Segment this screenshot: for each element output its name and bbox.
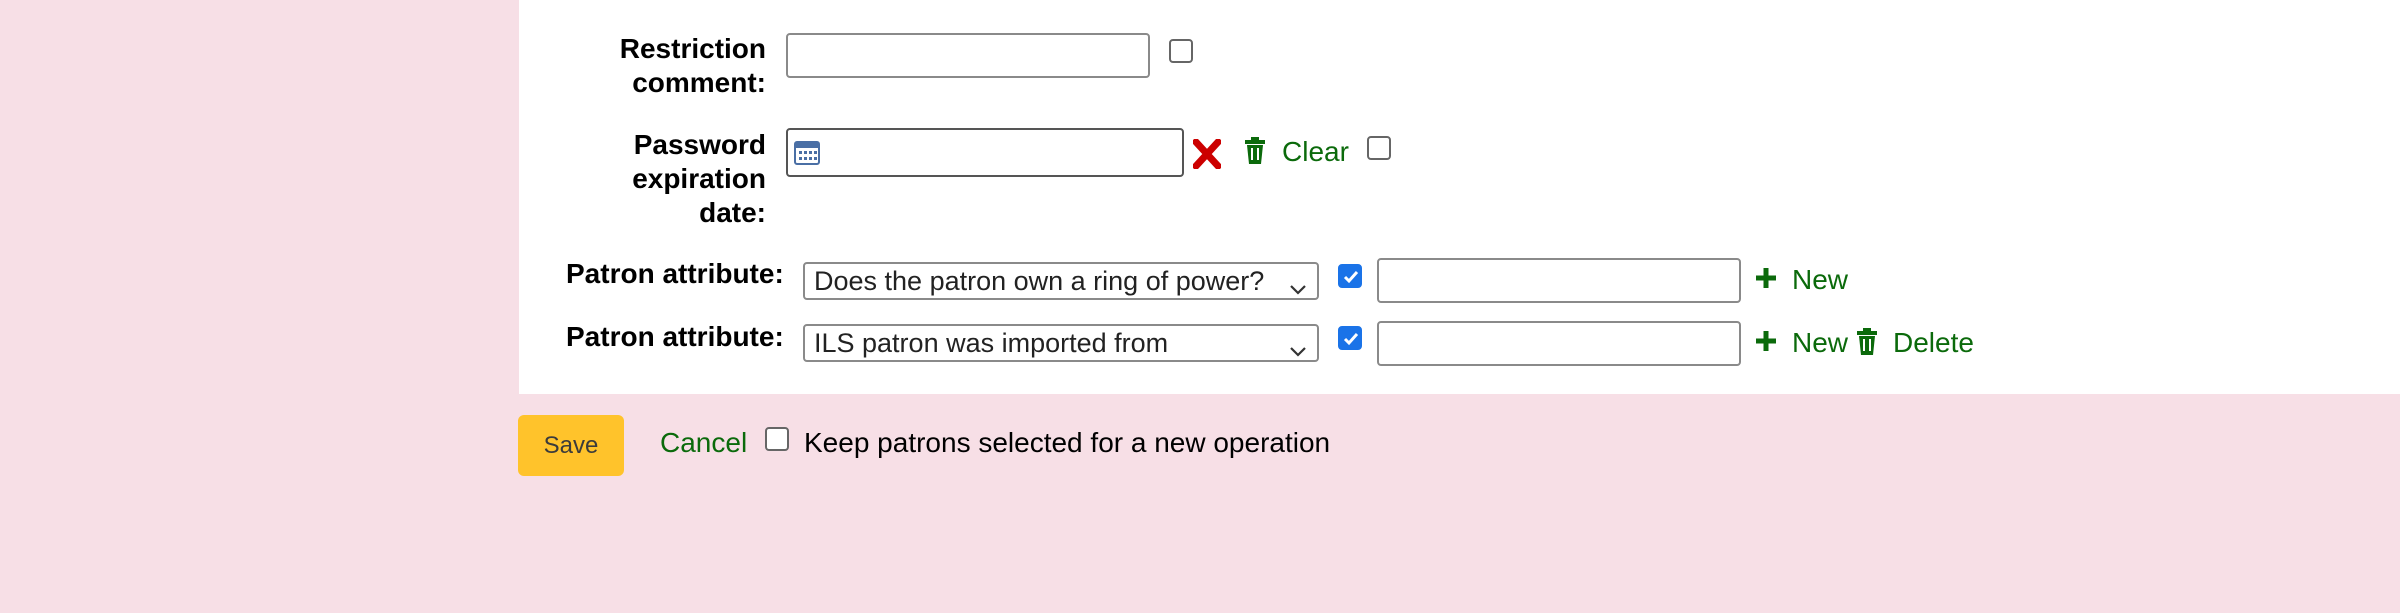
patron-attribute-label: Patron attribute: bbox=[566, 321, 784, 352]
save-button[interactable]: Save bbox=[518, 415, 624, 476]
password-expiration-label: Password expiration date: bbox=[560, 128, 766, 230]
x-icon[interactable] bbox=[1192, 138, 1222, 174]
restriction-comment-label-line2: comment: bbox=[632, 67, 766, 98]
restriction-comment-checkbox[interactable] bbox=[1169, 39, 1193, 63]
patron-attribute-checkbox[interactable] bbox=[1338, 326, 1362, 350]
patron-attribute-selected-value: ILS patron was imported from bbox=[814, 328, 1169, 358]
patron-attribute-value-input[interactable] bbox=[1377, 258, 1741, 303]
keep-patrons-checkbox[interactable] bbox=[765, 427, 789, 451]
clear-link[interactable]: Clear bbox=[1282, 135, 1349, 169]
chevron-down-icon bbox=[1289, 334, 1307, 360]
restriction-comment-input[interactable] bbox=[786, 33, 1150, 78]
plus-icon[interactable] bbox=[1754, 329, 1778, 358]
patron-attribute-selected-value: Does the patron own a ring of power? bbox=[814, 266, 1265, 296]
calendar-icon[interactable] bbox=[794, 139, 820, 170]
delete-attribute-link[interactable]: Delete bbox=[1893, 326, 1974, 360]
patron-attribute-select[interactable]: Does the patron own a ring of power? bbox=[803, 262, 1319, 300]
cancel-link[interactable]: Cancel bbox=[660, 426, 747, 460]
plus-icon[interactable] bbox=[1754, 266, 1778, 295]
restriction-comment-label-line1: Restriction bbox=[619, 33, 766, 64]
new-attribute-link[interactable]: New bbox=[1792, 263, 1848, 297]
password-expiration-label-line1: Password bbox=[633, 129, 766, 160]
password-expiration-checkbox[interactable] bbox=[1367, 136, 1391, 160]
password-expiration-input[interactable] bbox=[786, 128, 1184, 177]
chevron-down-icon bbox=[1289, 272, 1307, 298]
patron-attribute-select[interactable]: ILS patron was imported from bbox=[803, 324, 1319, 362]
patron-attribute-checkbox[interactable] bbox=[1338, 264, 1362, 288]
keep-patrons-label: Keep patrons selected for a new operatio… bbox=[804, 427, 1331, 458]
trash-icon[interactable] bbox=[1855, 328, 1879, 361]
restriction-comment-label: Restriction comment: bbox=[560, 32, 766, 100]
patron-attribute-label: Patron attribute: bbox=[566, 258, 784, 289]
patron-attribute-value-input[interactable] bbox=[1377, 321, 1741, 366]
new-attribute-link[interactable]: New bbox=[1792, 326, 1848, 360]
password-expiration-label-line3: date: bbox=[699, 197, 766, 228]
password-expiration-label-line2: expiration bbox=[632, 163, 766, 194]
trash-icon[interactable] bbox=[1243, 137, 1267, 170]
